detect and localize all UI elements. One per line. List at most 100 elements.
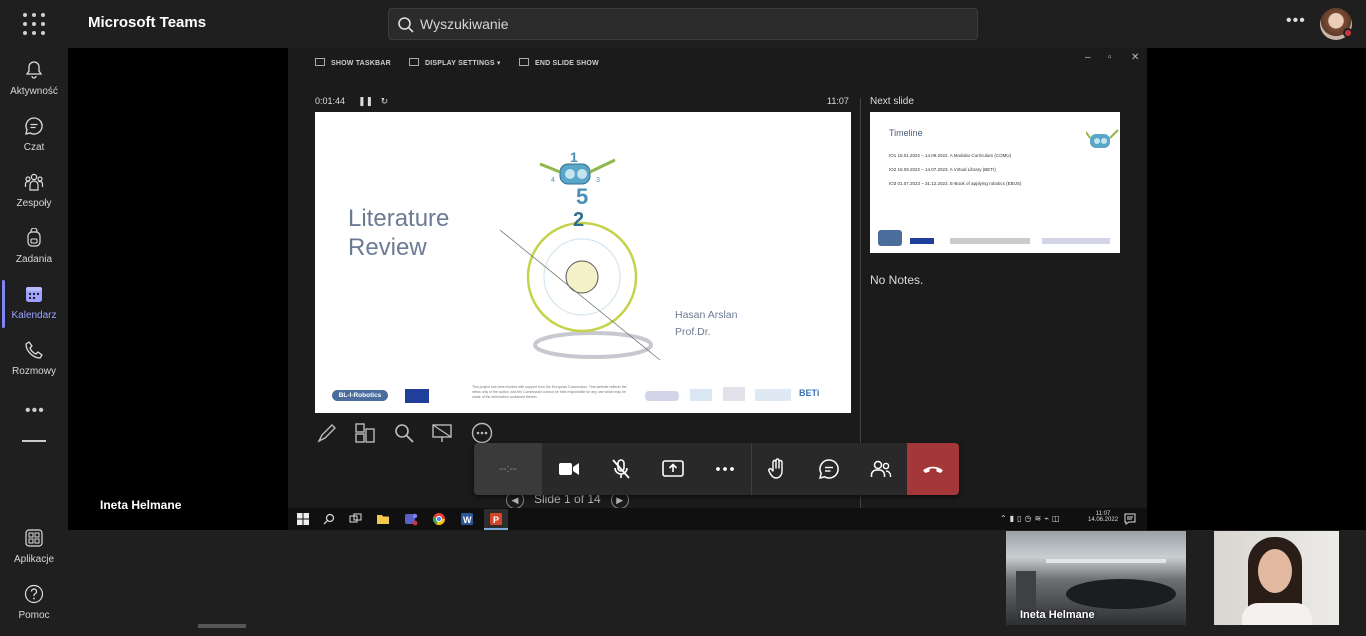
timer-controls[interactable]: ❚❚ ↻ — [358, 96, 388, 107]
video-frame-detail — [1258, 549, 1292, 593]
app-rail: Aktywność Czat Zespoły Zadania Kalendarz… — [0, 48, 68, 628]
chrome-icon[interactable] — [432, 512, 446, 526]
rail-item-assignments[interactable]: Zadania — [0, 224, 68, 280]
show-taskbar-button[interactable]: SHOW TASKBAR — [315, 58, 391, 67]
camera-icon — [559, 463, 579, 475]
current-slide[interactable]: Literature Review 1 5 2 4 3 Hasan Arslan… — [315, 112, 851, 413]
rail-item-calls[interactable]: Rozmowy — [0, 336, 68, 392]
display-settings-button[interactable]: DISPLAY SETTINGS ▾ — [409, 58, 501, 67]
rail-item-activity[interactable]: Aktywność — [0, 56, 68, 112]
bl-robotics-logo — [878, 230, 902, 246]
more-options-icon[interactable]: ••• — [1286, 12, 1306, 30]
partner-logo — [755, 389, 791, 401]
apps-icon — [25, 529, 43, 547]
display-icon — [409, 58, 419, 66]
bell-icon — [25, 61, 43, 79]
rail-item-chat[interactable]: Czat — [0, 112, 68, 168]
task-view-icon[interactable] — [348, 512, 362, 526]
presenter-name: Ineta Helmane — [100, 498, 182, 512]
speaker-notes: No Notes. — [870, 273, 924, 287]
close-icon[interactable]: ✕ — [1131, 52, 1139, 63]
pause-icon[interactable]: ❚❚ — [358, 96, 373, 106]
share-screen-button[interactable] — [647, 443, 699, 495]
partner-logo — [723, 387, 745, 401]
beti-logo: BETi — [799, 388, 820, 398]
svg-text:W: W — [463, 515, 472, 525]
rail-label: Zadania — [15, 254, 53, 265]
powerpoint-icon: P — [490, 513, 502, 525]
rail-label: Aplikacje — [13, 554, 55, 565]
word-icon[interactable]: W — [460, 512, 474, 526]
self-video[interactable] — [1214, 531, 1339, 625]
more-actions-button[interactable] — [699, 443, 751, 495]
app-launcher-icon[interactable] — [22, 12, 46, 36]
top-bar: Microsoft Teams Wyszukiwanie ••• — [0, 0, 1366, 48]
end-slide-show-button[interactable]: END SLIDE SHOW — [519, 58, 599, 67]
slide-footer — [910, 238, 1110, 244]
rail-item-teams[interactable]: Zespoły — [0, 168, 68, 224]
phone-icon — [25, 341, 43, 359]
file-explorer-icon[interactable] — [376, 512, 390, 526]
scrollbar[interactable] — [198, 624, 246, 628]
chat-icon — [818, 459, 839, 480]
rail-divider — [22, 440, 46, 442]
status-badge — [1343, 28, 1353, 38]
search-icon[interactable] — [322, 512, 336, 526]
end-show-icon — [519, 58, 529, 66]
notifications-icon[interactable] — [1123, 512, 1137, 526]
next-slide-title: Timeline — [889, 128, 923, 138]
participants-button[interactable] — [855, 443, 907, 495]
leave-call-button[interactable] — [907, 443, 959, 495]
active-app-slot[interactable]: P — [484, 509, 508, 530]
windows-start-icon[interactable] — [296, 512, 310, 526]
list-item: IO2 15.09.2022 – 14.07.2023. A Virtual L… — [889, 167, 996, 172]
slide-footer: BL-I-Robotics This project has been fund… — [315, 377, 851, 413]
eu-flag-icon — [405, 389, 429, 403]
app-title: Microsoft Teams — [88, 14, 207, 31]
call-controls: --:-- — [474, 443, 959, 495]
rail-item-apps[interactable]: Aplikacje — [0, 524, 68, 580]
share-screen-icon — [662, 460, 684, 477]
restore-icon[interactable]: ▫ — [1108, 52, 1112, 63]
elapsed-timer: 0:01:44 — [315, 96, 346, 106]
help-icon — [24, 584, 44, 604]
more-apps-icon[interactable]: ••• — [25, 402, 45, 420]
next-slide-preview[interactable]: Timeline IO1 15.01.2022 – 14.09.2022. A … — [870, 112, 1120, 253]
raise-hand-button[interactable] — [751, 443, 803, 495]
svg-text:P: P — [493, 515, 499, 525]
hang-up-icon — [923, 466, 943, 473]
partner-logo — [690, 389, 712, 401]
rail-item-calendar[interactable]: Kalendarz — [0, 280, 68, 336]
video-frame-detail — [1016, 571, 1036, 611]
restart-icon[interactable]: ↻ — [381, 96, 389, 106]
bl-robotics-logo: BL-I-Robotics — [332, 390, 388, 401]
svg-text:5: 5 — [576, 184, 588, 209]
next-slide-label: Next slide — [870, 96, 914, 107]
slide-title: Literature Review — [348, 205, 450, 261]
pen-icon[interactable] — [315, 421, 339, 445]
video-frame-detail — [1066, 579, 1176, 609]
search-input[interactable]: Wyszukiwanie — [388, 8, 978, 40]
minimize-icon[interactable]: – — [1085, 52, 1091, 63]
clock: 11:07 — [827, 96, 849, 106]
black-screen-icon[interactable] — [430, 421, 454, 445]
taskbar-icon — [315, 58, 325, 66]
video-frame-detail — [1242, 603, 1312, 625]
partner-logo — [645, 391, 679, 401]
system-tray-icons[interactable]: ⌃▮▯◷≋⌁◫ — [1000, 514, 1063, 523]
more-options-icon[interactable] — [470, 421, 494, 445]
microphone-off-icon — [612, 459, 630, 479]
call-timer: --:-- — [474, 443, 542, 495]
robot-illustration: 1 5 2 4 3 — [500, 149, 661, 361]
robot-icon — [1086, 129, 1119, 148]
all-slides-icon[interactable] — [353, 421, 377, 445]
zoom-icon[interactable] — [392, 421, 416, 445]
chat-button[interactable] — [803, 443, 855, 495]
taskbar-clock[interactable]: 11:07 14.06.2022 — [1088, 511, 1118, 523]
camera-button[interactable] — [543, 443, 595, 495]
microphone-button[interactable] — [595, 443, 647, 495]
rail-label: Kalendarz — [11, 310, 57, 321]
teams-app-icon[interactable] — [404, 512, 418, 526]
svg-text:3: 3 — [596, 177, 600, 184]
search-icon — [398, 17, 414, 33]
